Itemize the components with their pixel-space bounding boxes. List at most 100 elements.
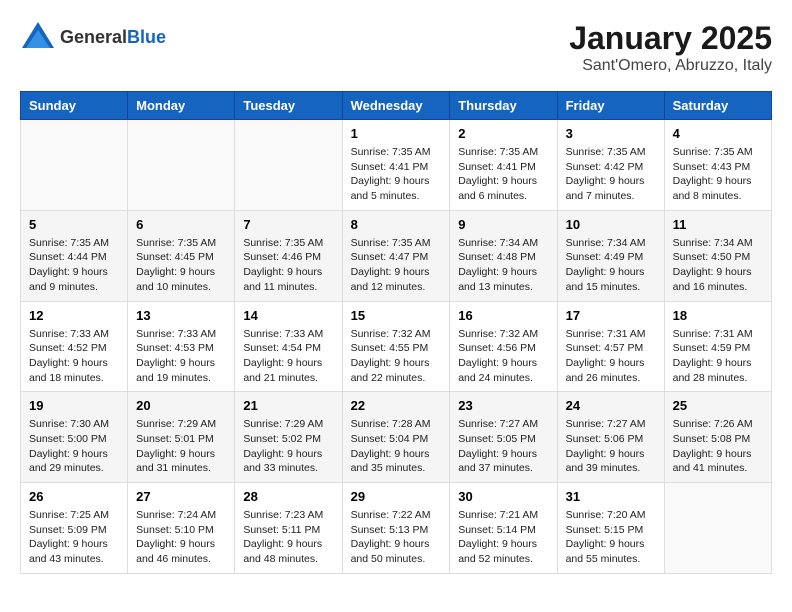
day-info: Sunrise: 7:23 AMSunset: 5:11 PMDaylight:… [243, 508, 333, 567]
day-number: 13 [136, 308, 226, 323]
weekday-header-wednesday: Wednesday [342, 92, 450, 120]
calendar-cell: 1Sunrise: 7:35 AMSunset: 4:41 PMDaylight… [342, 120, 450, 211]
page-header: GeneralBlue January 2025 Sant'Omero, Abr… [20, 20, 772, 75]
day-info: Sunrise: 7:35 AMSunset: 4:45 PMDaylight:… [136, 236, 226, 295]
day-info: Sunrise: 7:20 AMSunset: 5:15 PMDaylight:… [566, 508, 656, 567]
day-info: Sunrise: 7:33 AMSunset: 4:52 PMDaylight:… [29, 327, 119, 386]
logo-blue: Blue [127, 27, 166, 47]
weekday-header-sunday: Sunday [21, 92, 128, 120]
day-number: 2 [458, 126, 548, 141]
calendar-week-row: 5 Sunrise: 7:35 AMSunset: 4:44 PMDaylight… [21, 210, 772, 301]
day-info: Sunrise: 7:31 AMSunset: 4:57 PMDaylight:… [566, 327, 656, 386]
day-number: 11 [673, 217, 763, 232]
day-info: Sunrise: 7:35 AMSunset: 4:43 PMDaylight:… [673, 145, 763, 204]
calendar-cell: 28Sunrise: 7:23 AMSunset: 5:11 PMDayligh… [235, 483, 342, 574]
day-number: 21 [243, 398, 333, 413]
day-number: 9 [458, 217, 548, 232]
calendar-cell: 8 Sunrise: 7:35 AMSunset: 4:47 PMDaylight… [342, 210, 450, 301]
calendar-cell: 10 Sunrise: 7:34 AMSunset: 4:49 PMDayligh… [557, 210, 664, 301]
calendar-cell: 20Sunrise: 7:29 AMSunset: 5:01 PMDayligh… [128, 392, 235, 483]
day-number: 16 [458, 308, 548, 323]
day-number: 15 [351, 308, 442, 323]
logo: GeneralBlue [20, 20, 166, 56]
calendar-week-row: 19Sunrise: 7:30 AMSunset: 5:00 PMDayligh… [21, 392, 772, 483]
day-number: 1 [351, 126, 442, 141]
day-number: 29 [351, 489, 442, 504]
day-info: Sunrise: 7:26 AMSunset: 5:08 PMDaylight:… [673, 417, 763, 476]
day-info: Sunrise: 7:35 AMSunset: 4:46 PMDaylight:… [243, 236, 333, 295]
calendar-cell: 22Sunrise: 7:28 AMSunset: 5:04 PMDayligh… [342, 392, 450, 483]
calendar-header-row: SundayMondayTuesdayWednesdayThursdayFrid… [21, 92, 772, 120]
weekday-header-tuesday: Tuesday [235, 92, 342, 120]
calendar-cell: 15 Sunrise: 7:32 AMSunset: 4:55 PMDayligh… [342, 301, 450, 392]
day-number: 6 [136, 217, 226, 232]
calendar-cell: 9 Sunrise: 7:34 AMSunset: 4:48 PMDaylight… [450, 210, 557, 301]
day-info: Sunrise: 7:35 AMSunset: 4:44 PMDaylight:… [29, 236, 119, 295]
calendar-cell: 12 Sunrise: 7:33 AMSunset: 4:52 PMDayligh… [21, 301, 128, 392]
weekday-header-thursday: Thursday [450, 92, 557, 120]
calendar-cell: 14 Sunrise: 7:33 AMSunset: 4:54 PMDayligh… [235, 301, 342, 392]
calendar-cell: 6 Sunrise: 7:35 AMSunset: 4:45 PMDaylight… [128, 210, 235, 301]
calendar-week-row: 12 Sunrise: 7:33 AMSunset: 4:52 PMDayligh… [21, 301, 772, 392]
day-number: 14 [243, 308, 333, 323]
calendar-cell [664, 483, 771, 574]
calendar-cell: 26 Sunrise: 7:25 AMSunset: 5:09 PMDayligh… [21, 483, 128, 574]
day-number: 31 [566, 489, 656, 504]
day-number: 18 [673, 308, 763, 323]
day-info: Sunrise: 7:21 AMSunset: 5:14 PMDaylight:… [458, 508, 548, 567]
day-info: Sunrise: 7:34 AMSunset: 4:50 PMDaylight:… [673, 236, 763, 295]
day-info: Sunrise: 7:24 AMSunset: 5:10 PMDaylight:… [136, 508, 226, 567]
day-number: 25 [673, 398, 763, 413]
day-info: Sunrise: 7:34 AMSunset: 4:48 PMDaylight:… [458, 236, 548, 295]
calendar-cell: 19Sunrise: 7:30 AMSunset: 5:00 PMDayligh… [21, 392, 128, 483]
day-info: Sunrise: 7:32 AMSunset: 4:55 PMDaylight:… [351, 327, 442, 386]
day-number: 10 [566, 217, 656, 232]
calendar-cell: 31 Sunrise: 7:20 AMSunset: 5:15 PMDayligh… [557, 483, 664, 574]
calendar-week-row: 1 Sunrise: 7:35 AMSunset: 4:41 PMDaylight… [21, 120, 772, 211]
calendar-cell: 16Sunrise: 7:32 AMSunset: 4:56 PMDayligh… [450, 301, 557, 392]
calendar-table: SundayMondayTuesdayWednesdayThursdayFrid… [20, 91, 772, 574]
calendar-cell [235, 120, 342, 211]
month-title: January 2025 [569, 20, 772, 57]
calendar-cell: 21Sunrise: 7:29 AMSunset: 5:02 PMDayligh… [235, 392, 342, 483]
day-number: 4 [673, 126, 763, 141]
day-number: 5 [29, 217, 119, 232]
day-number: 23 [458, 398, 548, 413]
calendar-week-row: 26 Sunrise: 7:25 AMSunset: 5:09 PMDayligh… [21, 483, 772, 574]
day-info: Sunrise: 7:35 AMSunset: 4:47 PMDaylight:… [351, 236, 442, 295]
day-info: Sunrise: 7:29 AMSunset: 5:01 PMDaylight:… [136, 417, 226, 476]
day-number: 27 [136, 489, 226, 504]
calendar-cell: 3Sunrise: 7:35 AMSunset: 4:42 PMDaylight… [557, 120, 664, 211]
calendar-cell: 13 Sunrise: 7:33 AMSunset: 4:53 PMDayligh… [128, 301, 235, 392]
calendar-cell: 25 Sunrise: 7:26 AMSunset: 5:08 PMDayligh… [664, 392, 771, 483]
day-info: Sunrise: 7:31 AMSunset: 4:59 PMDaylight:… [673, 327, 763, 386]
calendar-cell: 27 Sunrise: 7:24 AMSunset: 5:10 PMDayligh… [128, 483, 235, 574]
day-number: 8 [351, 217, 442, 232]
calendar-cell [128, 120, 235, 211]
day-info: Sunrise: 7:33 AMSunset: 4:53 PMDaylight:… [136, 327, 226, 386]
calendar-cell: 4 Sunrise: 7:35 AMSunset: 4:43 PMDaylight… [664, 120, 771, 211]
calendar-cell: 18 Sunrise: 7:31 AMSunset: 4:59 PMDayligh… [664, 301, 771, 392]
weekday-header-saturday: Saturday [664, 92, 771, 120]
calendar-cell: 7Sunrise: 7:35 AMSunset: 4:46 PMDaylight… [235, 210, 342, 301]
calendar-cell: 30 Sunrise: 7:21 AMSunset: 5:14 PMDayligh… [450, 483, 557, 574]
calendar-cell: 5 Sunrise: 7:35 AMSunset: 4:44 PMDaylight… [21, 210, 128, 301]
day-info: Sunrise: 7:33 AMSunset: 4:54 PMDaylight:… [243, 327, 333, 386]
day-info: Sunrise: 7:30 AMSunset: 5:00 PMDaylight:… [29, 417, 119, 476]
day-info: Sunrise: 7:34 AMSunset: 4:49 PMDaylight:… [566, 236, 656, 295]
day-info: Sunrise: 7:27 AMSunset: 5:06 PMDaylight:… [566, 417, 656, 476]
day-info: Sunrise: 7:35 AMSunset: 4:41 PMDaylight:… [458, 145, 548, 204]
day-number: 24 [566, 398, 656, 413]
day-info: Sunrise: 7:35 AMSunset: 4:42 PMDaylight:… [566, 145, 656, 204]
day-info: Sunrise: 7:25 AMSunset: 5:09 PMDaylight:… [29, 508, 119, 567]
day-number: 17 [566, 308, 656, 323]
day-number: 26 [29, 489, 119, 504]
location-subtitle: Sant'Omero, Abruzzo, Italy [569, 57, 772, 75]
logo-icon [20, 20, 56, 56]
weekday-header-monday: Monday [128, 92, 235, 120]
calendar-cell: 29Sunrise: 7:22 AMSunset: 5:13 PMDayligh… [342, 483, 450, 574]
calendar-cell: 2 Sunrise: 7:35 AMSunset: 4:41 PMDaylight… [450, 120, 557, 211]
day-number: 30 [458, 489, 548, 504]
logo-general: General [60, 27, 127, 47]
day-number: 12 [29, 308, 119, 323]
